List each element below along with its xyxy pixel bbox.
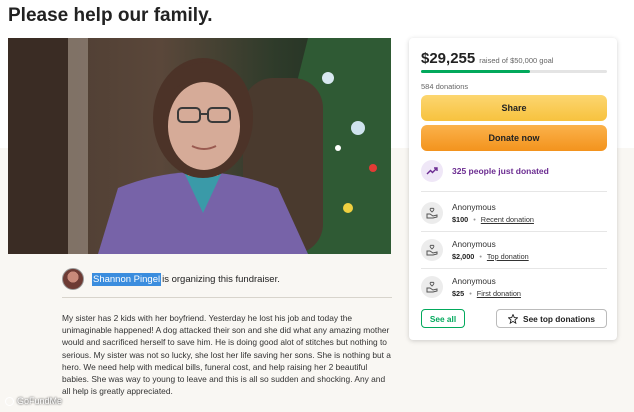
hand-heart-icon [421,202,443,224]
divider [62,297,392,298]
donor-amount: $25 [452,289,465,298]
watermark-text: GoFundMe [17,396,63,406]
dot-separator: • [469,289,472,298]
separator [421,268,607,269]
separator [421,231,607,232]
donor-name: Anonymous [452,276,496,286]
organizer-text: is organizing this fundraiser. [162,273,280,285]
dot-separator: • [479,252,482,261]
donor-item: Anonymous $2,000 • Top donation [421,239,529,261]
raised-amount: $29,255 [421,50,476,67]
hand-heart-icon [421,276,443,298]
separator [421,191,607,192]
page-title: Please help our family. [8,5,213,26]
donations-count: 584 donations [421,82,469,91]
donation-card: $29,255 raised of $50,000 goal 584 donat… [409,38,617,340]
copyright-icon [5,396,14,406]
donate-now-button[interactable]: Donate now [421,125,607,151]
just-donated-text: 325 people just donated [452,166,549,176]
see-top-donations-button[interactable]: See top donations [496,309,607,328]
donation-tag-link[interactable]: Top donation [487,252,529,261]
donor-amount: $2,000 [452,252,475,261]
see-top-donations-label: See top donations [523,313,595,324]
see-all-button[interactable]: See all [421,309,465,328]
donation-tag-link[interactable]: First donation [477,289,521,298]
trending-up-icon [421,160,443,182]
progress-bar [421,70,607,73]
avatar[interactable] [62,268,84,290]
donor-name: Anonymous [452,239,496,249]
recent-activity: 325 people just donated [421,160,549,182]
watermark: GoFundMe [5,396,62,406]
raised-row: $29,255 raised of $50,000 goal [421,50,553,67]
progress-fill [421,70,530,73]
campaign-photo [8,38,391,254]
donor-item: Anonymous $100 • Recent donation [421,202,534,224]
organizer-name-link[interactable]: Shannon Pingel [92,272,162,286]
dot-separator: • [473,215,476,224]
organizer-row: Shannon Pingel is organizing this fundra… [62,266,280,292]
share-button[interactable]: Share [421,95,607,121]
goal-text: raised of $50,000 goal [479,56,554,65]
donor-name: Anonymous [452,202,496,212]
star-icon [508,313,519,324]
donor-item: Anonymous $25 • First donation [421,276,521,298]
donor-amount: $100 [452,215,469,224]
hand-heart-icon [421,239,443,261]
donation-tag-link[interactable]: Recent donation [481,215,534,224]
story-text: My sister has 2 kids with her boyfriend.… [62,313,391,397]
